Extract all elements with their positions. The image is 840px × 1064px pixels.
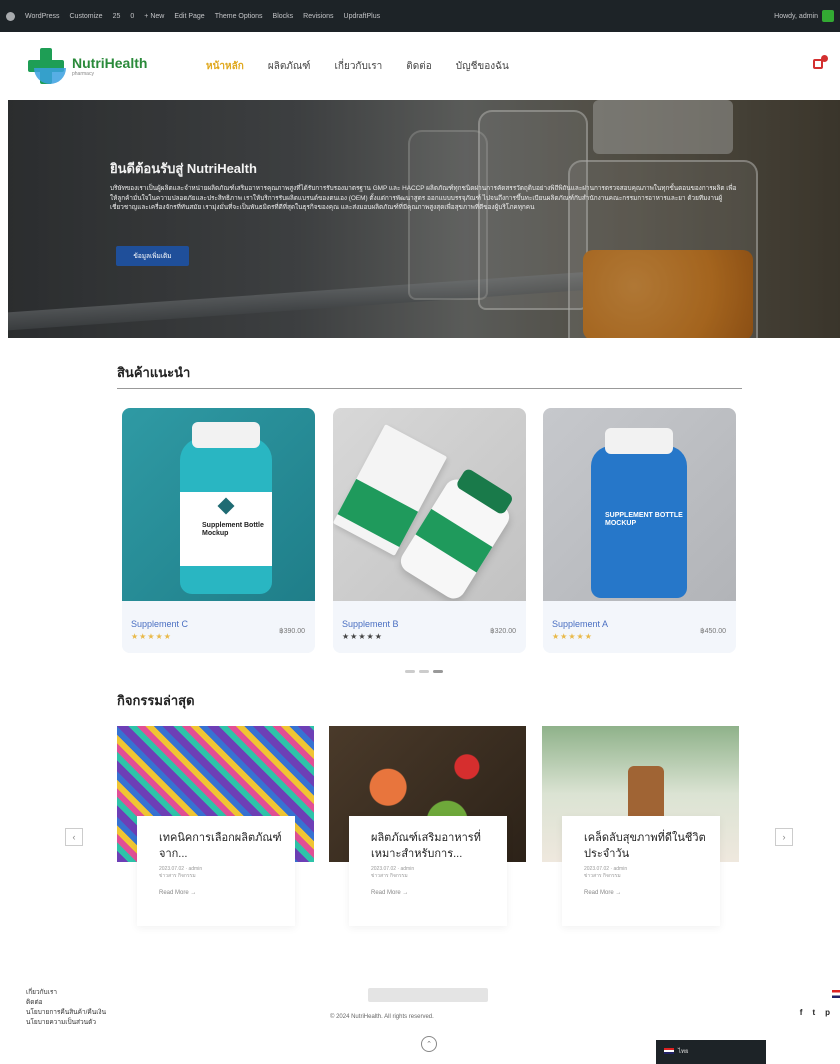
product-price: ฿450.00 [700,628,726,635]
avatar [822,10,834,22]
adminbar-item-0[interactable]: WordPress [25,13,60,20]
facebook-icon[interactable]: f [800,1008,803,1017]
activity-title[interactable]: เทคนิคการเลือกผลิตภัณฑ์จาก... [159,830,283,862]
footer-link-refund[interactable]: นโยบายการคืนสินค้า/คืนเงิน [26,1008,106,1018]
product-card[interactable]: SUPPLEMENT BOTTLE MOCKUP Supplement A ★★… [543,408,736,653]
pager-dot-active[interactable] [433,670,443,673]
activity-meta: 2023.07.02 · admin ข่าวสาร กิจกรรม [159,866,203,879]
product-price: ฿320.00 [490,628,516,635]
product-card[interactable]: Supplement Bottle Mockup Supplement C ★★… [122,408,315,653]
pager-dot[interactable] [405,670,415,673]
footer-link-privacy[interactable]: นโยบายความเป็นส่วนตัว [26,1018,106,1028]
logo-tagline: pharmacy [72,70,94,77]
product-image[interactable] [333,408,526,604]
pinterest-icon[interactable]: p [825,1008,830,1017]
activity-title[interactable]: เคล็ดลับสุขภาพที่ดีในชีวิตประจำวัน [584,830,708,862]
activities-section-title: กิจกรรมล่าสุด [117,693,195,708]
site-header: NutriHealth pharmacy หน้าหลัก ผลิตภัณฑ์ … [0,32,840,100]
activity-meta: 2023.07.02 · admin ข่าวสาร กิจกรรม [584,866,628,879]
adminbar-item-4[interactable]: + New [144,13,164,20]
activity-card[interactable]: เคล็ดลับสุขภาพที่ดีในชีวิตประจำวัน 2023.… [542,726,739,926]
activity-meta: 2023.07.02 · admin ข่าวสาร กิจกรรม [371,866,415,879]
nav-item-about[interactable]: เกี่ยวกับเรา [334,59,382,74]
carousel-pager[interactable] [405,670,443,673]
read-more-link[interactable]: Read More → [159,890,283,896]
cart-icon[interactable] [812,55,828,70]
section-divider [117,388,742,389]
products-section-title: สินค้าแนะนำ [117,365,191,380]
adminbar-item-7[interactable]: Blocks [273,13,294,20]
footer-copyright: © 2024 NutriHealth. All rights reserved. [330,1014,434,1020]
hero-overlay [8,100,840,338]
adminbar-greeting: Howdy, admin [774,12,818,20]
adminbar-item-2[interactable]: 25 [113,13,121,20]
pager-dot[interactable] [419,670,429,673]
carousel-prev-button[interactable]: ‹ [65,828,83,846]
adminbar-account[interactable]: Howdy, admin [774,10,834,22]
product-image[interactable]: SUPPLEMENT BOTTLE MOCKUP [543,408,736,601]
logo-cross-icon [26,46,66,86]
activity-title[interactable]: ผลิตภัณฑ์เสริมอาหารที่เหมาะสำหรับการ... [371,830,495,862]
adminbar-item-3[interactable]: 0 [130,13,134,20]
nav-item-home[interactable]: หน้าหลัก [206,59,244,74]
adminbar-item-6[interactable]: Theme Options [215,13,263,20]
product-label-text: SUPPLEMENT BOTTLE MOCKUP [605,512,683,527]
product-label-text: Supplement Bottle Mockup [202,522,264,537]
language-switcher[interactable]: ไทย [656,1040,766,1064]
read-more-link[interactable]: Read More → [584,890,708,896]
flag-icon[interactable] [832,990,840,998]
hero-text: บริษัทของเราเป็นผู้ผลิตและจำหน่ายผลิตภัณ… [110,185,737,211]
adminbar-item-1[interactable]: Customize [70,13,103,20]
site-logo[interactable]: NutriHealth pharmacy [26,46,198,86]
logo-text: NutriHealth pharmacy [72,54,148,77]
scroll-top-icon[interactable]: ⌃ [421,1036,437,1052]
wp-admin-bar: WordPress Customize 25 0 + New Edit Page… [0,0,840,32]
footer-link-contact[interactable]: ติดต่อ [26,998,106,1008]
social-links: f t p [800,1008,830,1017]
footer-links: เกี่ยวกับเรา ติดต่อ นโยบายการคืนสินค้า/ค… [26,988,106,1028]
adminbar-item-9[interactable]: UpdraftPlus [344,13,381,20]
product-card[interactable]: Supplement B ★★★★★ ฿320.00 [333,408,526,653]
footer-brand [368,988,488,1002]
hero-title: ยินดีต้อนรับสู่ NutriHealth [110,161,257,176]
footer-link-about[interactable]: เกี่ยวกับเรา [26,988,106,998]
main-nav: หน้าหลัก ผลิตภัณฑ์ เกี่ยวกับเรา ติดต่อ บ… [206,59,509,74]
activity-card[interactable]: เทคนิคการเลือกผลิตภัณฑ์จาก... 2023.07.02… [117,726,314,926]
carousel-next-button[interactable]: › [775,828,793,846]
activity-card[interactable]: ผลิตภัณฑ์เสริมอาหารที่เหมาะสำหรับการ... … [329,726,526,926]
hero-banner [8,100,840,338]
hero-more-button[interactable]: ข้อมูลเพิ่มเติม [116,246,189,266]
nav-item-account[interactable]: บัญชีของฉัน [456,59,509,74]
read-more-link[interactable]: Read More → [371,890,495,896]
adminbar-item-5[interactable]: Edit Page [174,13,204,20]
adminbar-item-8[interactable]: Revisions [303,13,333,20]
twitter-icon[interactable]: t [812,1008,815,1017]
product-price: ฿390.00 [279,628,305,635]
product-image[interactable]: Supplement Bottle Mockup [122,408,315,601]
nav-item-contact[interactable]: ติดต่อ [406,59,432,74]
nav-item-products[interactable]: ผลิตภัณฑ์ [268,59,311,74]
wordpress-icon[interactable] [6,11,15,21]
thai-flag-icon [664,1048,674,1055]
